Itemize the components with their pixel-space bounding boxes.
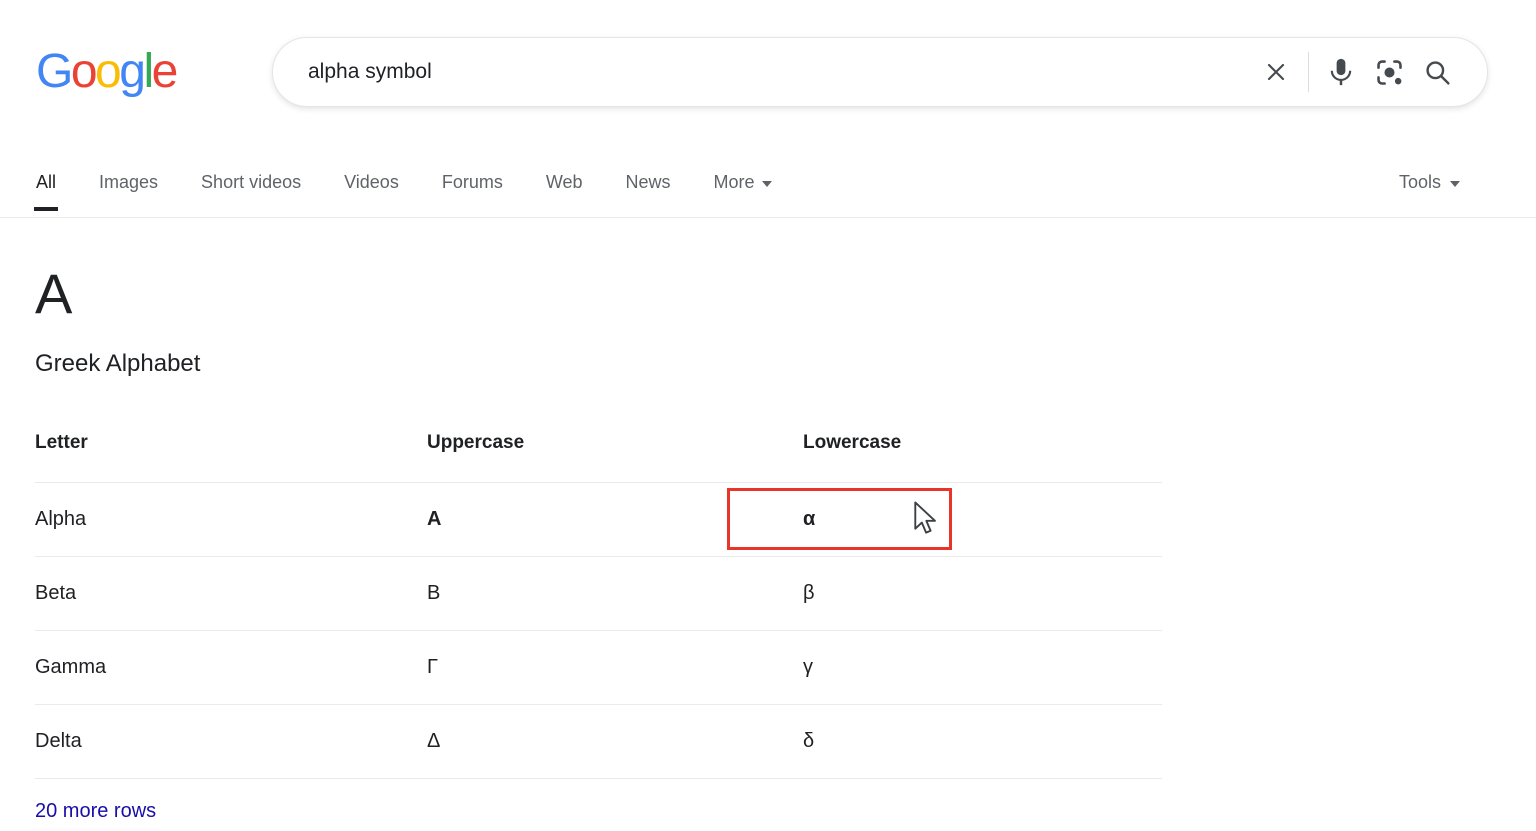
table-row-alpha: Alpha A α [35,483,1162,557]
cell-lowercase: β [803,582,1162,605]
cell-uppercase: B [427,582,803,605]
table-header-row: Letter Uppercase Lowercase [35,420,1162,483]
tab-forums[interactable]: Forums [442,172,503,217]
column-header-letter: Letter [35,432,427,454]
result-filter-tabs: All Images Short videos Videos Forums We… [0,145,1536,218]
cell-letter: Delta [35,730,427,753]
table-row-delta: Delta Δ δ [35,705,1162,779]
search-input[interactable]: alpha symbol [308,60,1252,84]
cell-uppercase: Γ [427,656,803,679]
microphone-icon[interactable] [1317,48,1365,96]
tab-label: Images [99,172,158,193]
featured-snippet: A Greek Alphabet Letter Uppercase Lowerc… [0,262,1536,823]
logo-letter: e [152,45,176,98]
tab-videos[interactable]: Videos [344,172,399,217]
cell-letter: Beta [35,582,427,605]
tab-label: Videos [344,172,399,193]
more-rows-link[interactable]: 20 more rows [35,800,156,823]
search-bar-divider [1308,52,1309,92]
logo-letter: g [119,45,143,98]
tab-all[interactable]: All [36,172,56,217]
cell-lowercase: δ [803,730,1162,753]
chevron-down-icon [762,181,772,187]
logo-letter: o [71,45,95,98]
google-lens-icon[interactable] [1365,48,1413,96]
logo-letter: G [36,45,71,98]
tab-label: More [714,172,755,193]
tab-news[interactable]: News [626,172,671,217]
tab-images[interactable]: Images [99,172,158,217]
annotation-highlight-box [727,488,952,550]
search-bar[interactable]: alpha symbol [272,37,1488,107]
tab-label: Short videos [201,172,301,193]
tab-short-videos[interactable]: Short videos [201,172,301,217]
answer-heading: A [35,262,1536,326]
column-header-uppercase: Uppercase [427,432,803,454]
tab-web[interactable]: Web [546,172,583,217]
tab-label: News [626,172,671,193]
chevron-down-icon [1450,181,1460,187]
tab-label: All [36,172,56,193]
search-icon[interactable] [1413,48,1461,96]
logo-letter: l [143,45,151,98]
tab-more[interactable]: More [714,172,772,217]
tools-label: Tools [1399,172,1441,193]
cell-lowercase: γ [803,656,1162,679]
greek-alphabet-table: Letter Uppercase Lowercase Alpha A α Bet… [35,420,1162,779]
cell-letter: Alpha [35,508,427,531]
cell-uppercase: Δ [427,730,803,753]
column-header-lowercase: Lowercase [803,432,1162,454]
tools-button[interactable]: Tools [1399,172,1460,217]
tab-label: Forums [442,172,503,193]
answer-subtitle: Greek Alphabet [35,350,1536,378]
search-header: Google alpha symbol [0,0,1536,145]
google-logo[interactable]: Google [36,44,176,99]
tab-label: Web [546,172,583,193]
logo-letter: o [95,45,119,98]
table-row-beta: Beta B β [35,557,1162,631]
table-row-gamma: Gamma Γ γ [35,631,1162,705]
cell-letter: Gamma [35,656,427,679]
clear-icon[interactable] [1252,48,1300,96]
